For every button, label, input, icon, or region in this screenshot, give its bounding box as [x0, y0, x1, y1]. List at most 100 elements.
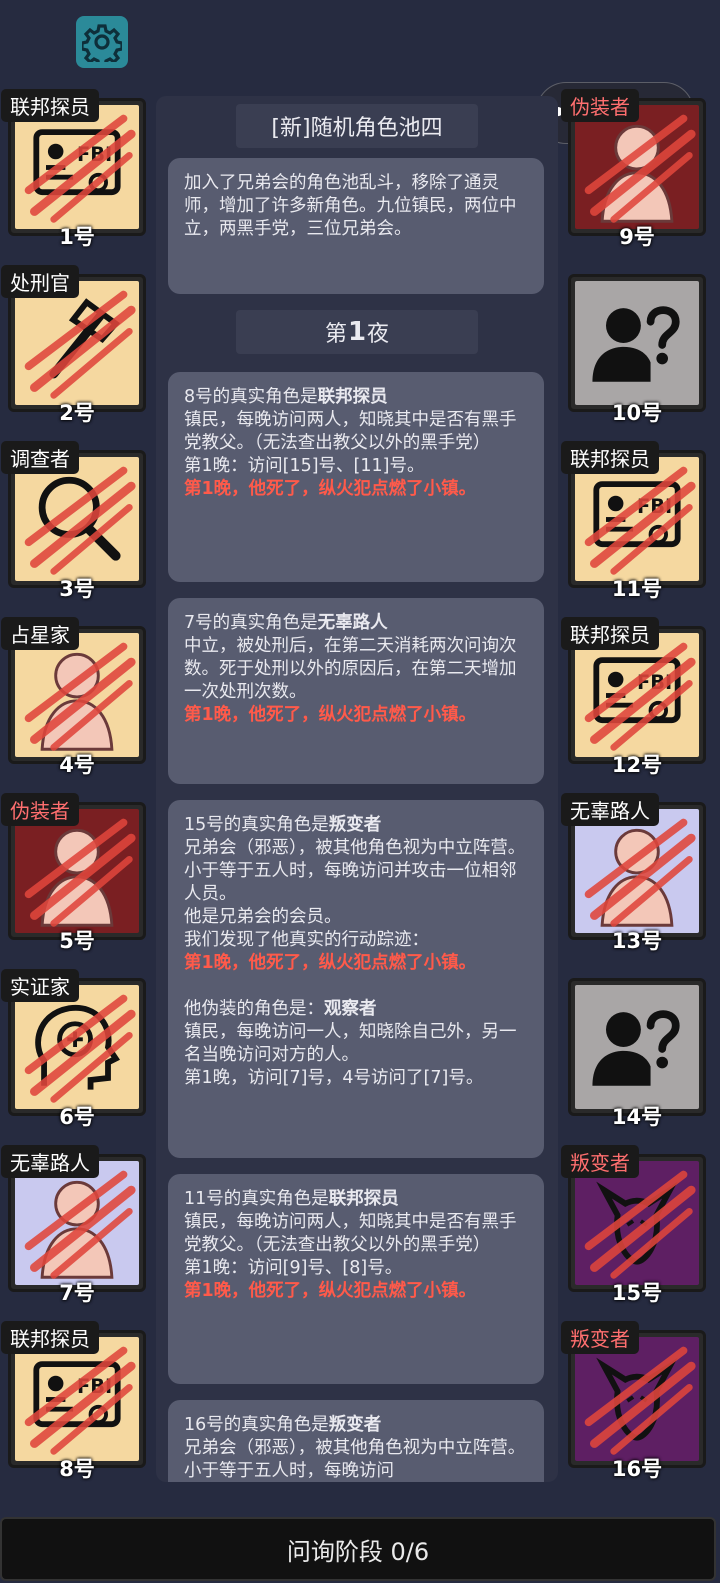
- player-card[interactable]: 10号: [568, 274, 706, 425]
- player-card[interactable]: 占星家 4号: [1, 617, 146, 777]
- player-number: 15号: [611, 1281, 663, 1305]
- player-number: 3号: [59, 577, 95, 601]
- gear-icon: [82, 24, 122, 62]
- role-portrait: [575, 1161, 699, 1285]
- role-portrait: [575, 1337, 699, 1461]
- player-card[interactable]: 处刑官 2号: [1, 265, 146, 425]
- card-extra-info: 他是兄弟会的会员。: [184, 907, 342, 927]
- player-card[interactable]: FBI 联邦探员 11号: [561, 441, 706, 601]
- role-pool-title: [新]随机角色池四: [236, 104, 478, 148]
- player-role-label: 联邦探员: [561, 441, 659, 474]
- dead-claw-mark-icon: [584, 818, 696, 927]
- card-visit: 第1晚：访问[9]号、[8]号。: [184, 1258, 403, 1278]
- card-role: 联邦探员: [317, 387, 388, 407]
- card-death: 第1晚，他死了，纵火犯点燃了小镇。: [184, 953, 477, 973]
- player-card[interactable]: 实证家 6号: [1, 969, 146, 1129]
- player-card[interactable]: 叛变者 15号: [561, 1145, 706, 1305]
- card-extra-info: 我们发现了他真实的行动踪迹：: [184, 930, 429, 950]
- dead-claw-mark-icon: [24, 642, 136, 751]
- card-visit: 第1晚：访问[15]号、[11]号。: [184, 456, 425, 476]
- dead-claw-mark-icon: [24, 466, 136, 575]
- player-number: 16号: [611, 1457, 663, 1481]
- night-prefix: 第: [324, 322, 347, 347]
- dead-claw-mark-icon: [584, 1170, 696, 1279]
- dead-claw-mark-icon: [584, 114, 696, 223]
- card-description: 中立，被处刑后，在第二天消耗两次问询次数。死于处刑以外的原因后，在第二天增加一次…: [184, 636, 517, 702]
- role-portrait: FBI: [575, 633, 699, 757]
- phase-status-bar[interactable]: 问询阶段 0/6: [0, 1517, 716, 1581]
- role-portrait: FBI: [15, 1337, 139, 1461]
- role-pool-description: 加入了兄弟会的角色池乱斗，移除了通灵师，增加了许多新角色。九位镇民，两位中立，两…: [168, 158, 544, 294]
- night-heading: 第1夜: [236, 310, 478, 354]
- unknown-icon: [592, 306, 680, 382]
- dead-claw-mark-icon: [24, 994, 136, 1103]
- role-portrait: [15, 633, 139, 757]
- dead-claw-mark-icon: [584, 466, 696, 575]
- card-description: 镇民，每晚访问两人，知晓其中是否有黑手党教父。（无法查出教父以外的黑手党）: [184, 410, 517, 453]
- player-card[interactable]: FBI 联邦探员 1号: [1, 89, 146, 249]
- death-report-card: 16号的真实角色是叛变者 兄弟会（邪恶），被其他角色视为中立阵营。小于等于五人时…: [168, 1400, 544, 1482]
- player-number: 10号: [611, 401, 663, 425]
- unknown-role-icon: [575, 281, 699, 405]
- role-portrait: [15, 281, 139, 405]
- player-card[interactable]: 无辜路人 13号: [561, 793, 706, 953]
- death-report-card: 11号的真实角色是联邦探员 镇民，每晚访问两人，知晓其中是否有黑手党教父。（无法…: [168, 1174, 544, 1384]
- player-number: 13号: [611, 929, 663, 953]
- card-intro: 16号的真实角色是: [184, 1415, 329, 1435]
- card-role: 叛变者: [328, 815, 382, 835]
- death-report-card: 15号的真实角色是叛变者 兄弟会（邪恶），被其他角色视为中立阵营。小于等于五人时…: [168, 800, 544, 1158]
- card-intro: 11号的真实角色是: [184, 1189, 329, 1209]
- player-number: 2号: [59, 401, 95, 425]
- player-number: 1号: [59, 225, 95, 249]
- dead-claw-mark-icon: [24, 114, 136, 223]
- player-role-label: 联邦探员: [561, 617, 659, 650]
- role-portrait: FBI: [575, 457, 699, 581]
- card-description: 镇民，每晚访问两人，知晓其中是否有黑手党教父。（无法查出教父以外的黑手党）: [184, 1212, 517, 1255]
- settings-button[interactable]: [76, 16, 128, 68]
- death-report-card: 8号的真实角色是联邦探员 镇民，每晚访问两人，知晓其中是否有黑手党教父。（无法查…: [168, 372, 544, 582]
- player-number: 14号: [611, 1105, 663, 1129]
- player-number: 11号: [611, 577, 663, 601]
- unknown-role-icon: [575, 985, 699, 1109]
- player-card[interactable]: 伪装者 9号: [561, 89, 706, 249]
- role-portrait: [15, 985, 139, 1109]
- role-portrait: [15, 809, 139, 933]
- card-role: 联邦探员: [328, 1189, 399, 1209]
- player-role-label: 联邦探员: [1, 1321, 99, 1354]
- player-card[interactable]: 调查者 3号: [1, 441, 146, 601]
- game-log-panel[interactable]: [新]随机角色池四 加入了兄弟会的角色池乱斗，移除了通灵师，增加了许多新角色。九…: [156, 96, 558, 1482]
- card-disguise-intro: 他伪装的角色是：: [184, 999, 324, 1019]
- dead-claw-mark-icon: [24, 1170, 136, 1279]
- card-description: 兄弟会（邪恶），被其他角色视为中立阵营。小于等于五人时，每晚访问: [184, 1438, 526, 1481]
- player-card[interactable]: FBI 联邦探员 8号: [1, 1321, 146, 1481]
- player-card[interactable]: 无辜路人 7号: [1, 1145, 146, 1305]
- player-role-label: 伪装者: [1, 793, 79, 826]
- player-number: 7号: [59, 1281, 95, 1305]
- player-role-label: 实证家: [1, 969, 79, 1002]
- role-portrait: [15, 457, 139, 581]
- role-pool-description-text: 加入了兄弟会的角色池乱斗，移除了通灵师，增加了许多新角色。九位镇民，两位中立，两…: [184, 173, 517, 239]
- player-number: 8号: [59, 1457, 95, 1481]
- unknown-icon: [592, 1010, 680, 1086]
- player-card[interactable]: 14号: [568, 978, 706, 1129]
- card-intro: 15号的真实角色是: [184, 815, 329, 835]
- player-card[interactable]: FBI 联邦探员 12号: [561, 617, 706, 777]
- card-intro: 7号的真实角色是: [184, 613, 318, 633]
- player-card[interactable]: 叛变者 16号: [561, 1321, 706, 1481]
- player-role-label: 占星家: [1, 617, 79, 650]
- player-role-label: 无辜路人: [1, 1145, 99, 1178]
- role-portrait: [575, 809, 699, 933]
- player-role-label: 叛变者: [561, 1321, 639, 1354]
- night-number: 1: [347, 317, 367, 347]
- card-role: 叛变者: [328, 1415, 382, 1435]
- player-card[interactable]: 伪装者 5号: [1, 793, 146, 953]
- card-disguise-visit: 第1晚，访问[7]号，4号访问了[7]号。: [184, 1068, 484, 1088]
- player-number: 12号: [611, 753, 663, 777]
- death-report-card: 7号的真实角色是无辜路人 中立，被处刑后，在第二天消耗两次问询次数。死于处刑以外…: [168, 598, 544, 784]
- dead-claw-mark-icon: [584, 1346, 696, 1455]
- player-role-label: 处刑官: [1, 265, 79, 298]
- player-role-label: 无辜路人: [561, 793, 659, 826]
- dead-claw-mark-icon: [24, 818, 136, 927]
- card-intro: 8号的真实角色是: [184, 387, 318, 407]
- player-role-label: 调查者: [1, 441, 79, 474]
